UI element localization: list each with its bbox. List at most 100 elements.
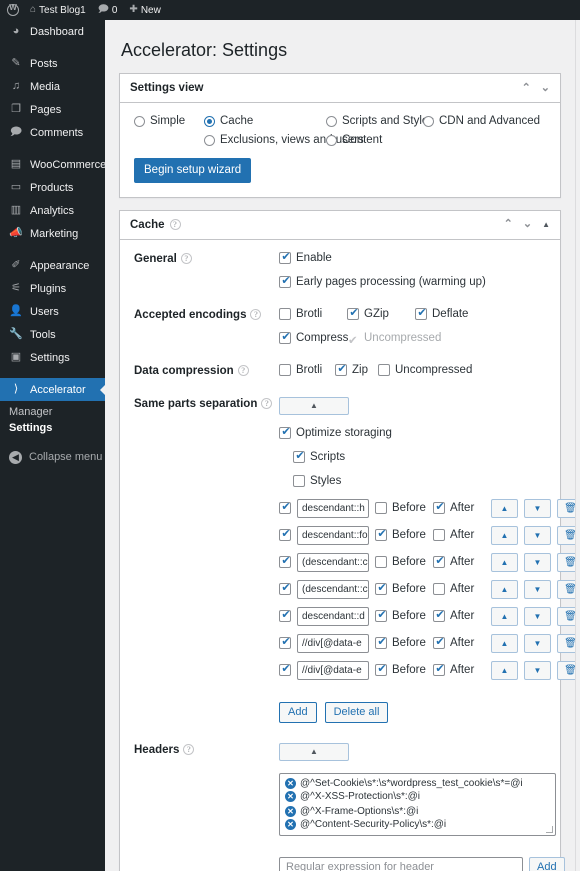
sidebar-item-products[interactable]: ▭ Products	[0, 176, 105, 199]
radio-option-exclusions-views-and-users[interactable]: Exclusions, views and users	[204, 134, 364, 146]
comments-menu[interactable]: 🗩 0	[92, 0, 124, 20]
rule-before-checkbox[interactable]: Before	[375, 635, 427, 650]
chevron-down-icon[interactable]: ⌄	[523, 219, 532, 230]
sidebar-item-analytics[interactable]: ▥ Analytics	[0, 199, 105, 222]
remove-circle-icon[interactable]: ✕	[285, 777, 296, 789]
headers-collapse-toggle[interactable]: ▲	[279, 742, 349, 761]
help-icon[interactable]: ?	[180, 253, 192, 265]
add-rule-button[interactable]: Add	[279, 701, 317, 723]
rule-after-checkbox[interactable]: After	[433, 554, 485, 569]
new-content-menu[interactable]: ✚ New	[123, 0, 166, 20]
remove-circle-icon[interactable]: ✕	[285, 818, 296, 830]
checkbox-compress-encoding[interactable]: Compress	[279, 330, 348, 344]
rule-move-down-button[interactable]: ▼	[524, 606, 551, 626]
same-parts-collapse-toggle[interactable]: ▲	[279, 396, 349, 415]
rule-after-checkbox[interactable]: After	[433, 635, 485, 650]
rule-move-up-button[interactable]: ▲	[491, 660, 518, 680]
sidebar-item-marketing[interactable]: 📣 Marketing	[0, 222, 105, 245]
help-icon[interactable]: ?	[169, 219, 181, 231]
rule-move-down-button[interactable]: ▼	[524, 579, 551, 599]
checkbox-enable[interactable]: Enable	[279, 250, 332, 264]
submenu-item-settings[interactable]: Settings	[0, 420, 105, 436]
collapse-menu-button[interactable]: ◀ Collapse menu	[0, 446, 105, 468]
rule-move-down-button[interactable]: ▼	[524, 552, 551, 572]
sidebar-item-settings[interactable]: ▣ Settings	[0, 346, 105, 369]
checkbox-zip-compression[interactable]: Zip	[335, 362, 378, 376]
radio-option-content[interactable]: Content	[326, 134, 423, 146]
rule-xpath-input[interactable]: descendant::d	[297, 606, 369, 626]
checkbox-scripts[interactable]: Scripts	[293, 449, 345, 463]
checkbox-optimize-storaging[interactable]: Optimize storaging	[279, 425, 392, 439]
rule-enabled-checkbox[interactable]	[279, 608, 292, 623]
rule-delete-button[interactable]: 🗑	[557, 579, 575, 599]
rule-move-down-button[interactable]: ▼	[524, 660, 551, 680]
rule-after-checkbox[interactable]: After	[433, 500, 485, 515]
remove-circle-icon[interactable]: ✕	[285, 805, 296, 817]
resize-handle-icon[interactable]	[546, 825, 553, 833]
checkbox-early-pages-processing[interactable]: Early pages processing (warming up)	[279, 274, 486, 288]
rule-before-checkbox[interactable]: Before	[375, 502, 427, 515]
sidebar-item-appearance[interactable]: ✐ Appearance	[0, 254, 105, 277]
rule-move-down-button[interactable]: ▼	[524, 498, 551, 518]
rule-before-checkbox[interactable]: Before	[375, 662, 427, 677]
rule-xpath-input[interactable]: (descendant::c	[297, 552, 369, 572]
rule-before-checkbox[interactable]: Before	[375, 527, 427, 542]
begin-setup-wizard-button[interactable]: Begin setup wizard	[134, 158, 252, 183]
rule-delete-button[interactable]: 🗑	[557, 552, 575, 572]
help-icon[interactable]: ?	[183, 744, 195, 756]
help-icon[interactable]: ?	[250, 309, 262, 321]
rule-delete-button[interactable]: 🗑	[557, 606, 575, 626]
triangle-up-icon[interactable]: ▲	[542, 220, 550, 229]
rule-move-down-button[interactable]: ▼	[524, 633, 551, 653]
rule-xpath-input[interactable]: (descendant::c	[297, 579, 369, 599]
sidebar-item-pages[interactable]: ❐ Pages	[0, 98, 105, 121]
sidebar-item-comments[interactable]: 🗩 Comments	[0, 121, 105, 144]
checkbox-brotli-compression[interactable]: Brotli	[279, 363, 335, 376]
chevron-up-icon[interactable]: ⌃	[504, 219, 513, 230]
rule-enabled-checkbox[interactable]	[279, 662, 292, 677]
site-name-menu[interactable]: ⌂ Test Blog1	[24, 0, 92, 20]
rule-xpath-input[interactable]: //div[@data-e	[297, 660, 369, 680]
rule-delete-button[interactable]: 🗑	[557, 498, 575, 518]
rule-enabled-checkbox[interactable]	[279, 554, 292, 569]
rule-before-checkbox[interactable]: Before	[375, 608, 427, 623]
rule-after-checkbox[interactable]: After	[433, 662, 485, 677]
rule-delete-button[interactable]: 🗑	[557, 633, 575, 653]
wp-logo-menu[interactable]	[0, 0, 24, 20]
checkbox-styles[interactable]: Styles	[293, 474, 341, 487]
rule-move-down-button[interactable]: ▼	[524, 525, 551, 545]
chevron-up-icon[interactable]: ⌃	[522, 82, 531, 94]
checkbox-brotli-encoding[interactable]: Brotli	[279, 307, 347, 320]
rule-move-up-button[interactable]: ▲	[491, 525, 518, 545]
delete-all-rules-button[interactable]: Delete all	[324, 701, 389, 723]
rule-move-up-button[interactable]: ▲	[491, 552, 518, 572]
rule-move-up-button[interactable]: ▲	[491, 579, 518, 599]
rule-after-checkbox[interactable]: After	[433, 583, 485, 596]
checkbox-uncompressed-compression[interactable]: Uncompressed	[378, 363, 472, 376]
chevron-down-icon[interactable]: ⌄	[541, 82, 550, 94]
rule-enabled-checkbox[interactable]	[279, 500, 292, 515]
radio-option-cache[interactable]: Cache	[204, 115, 326, 127]
help-icon[interactable]: ?	[261, 398, 273, 410]
rule-after-checkbox[interactable]: After	[433, 608, 485, 623]
add-header-button[interactable]: Add	[529, 856, 565, 871]
remove-circle-icon[interactable]: ✕	[285, 790, 296, 802]
checkbox-deflate-encoding[interactable]: Deflate	[415, 306, 468, 320]
rule-enabled-checkbox[interactable]	[279, 581, 292, 596]
radio-option-cdn-and-advanced[interactable]: CDN and Advanced	[423, 115, 540, 127]
rule-after-checkbox[interactable]: After	[433, 529, 485, 542]
rule-move-up-button[interactable]: ▲	[491, 606, 518, 626]
help-icon[interactable]: ?	[237, 365, 249, 377]
sidebar-item-woocommerce[interactable]: ▤ WooCommerce	[0, 153, 106, 176]
rule-delete-button[interactable]: 🗑	[557, 660, 575, 680]
rule-move-up-button[interactable]: ▲	[491, 633, 518, 653]
rule-move-up-button[interactable]: ▲	[491, 498, 518, 518]
rule-xpath-input[interactable]: descendant::h	[297, 498, 369, 518]
rule-xpath-input[interactable]: //div[@data-e	[297, 633, 369, 653]
sidebar-item-posts[interactable]: ✎ Posts	[0, 52, 105, 75]
headers-tags-box[interactable]: ✕ @^Set-Cookie\s*:\s*wordpress_test_cooki…	[279, 772, 556, 836]
sidebar-item-dashboard[interactable]: ◕ Dashboard	[0, 20, 105, 43]
rule-before-checkbox[interactable]: Before	[375, 556, 427, 569]
submenu-item-manager[interactable]: Manager	[0, 404, 105, 420]
sidebar-item-plugins[interactable]: ⚟ Plugins	[0, 277, 105, 300]
